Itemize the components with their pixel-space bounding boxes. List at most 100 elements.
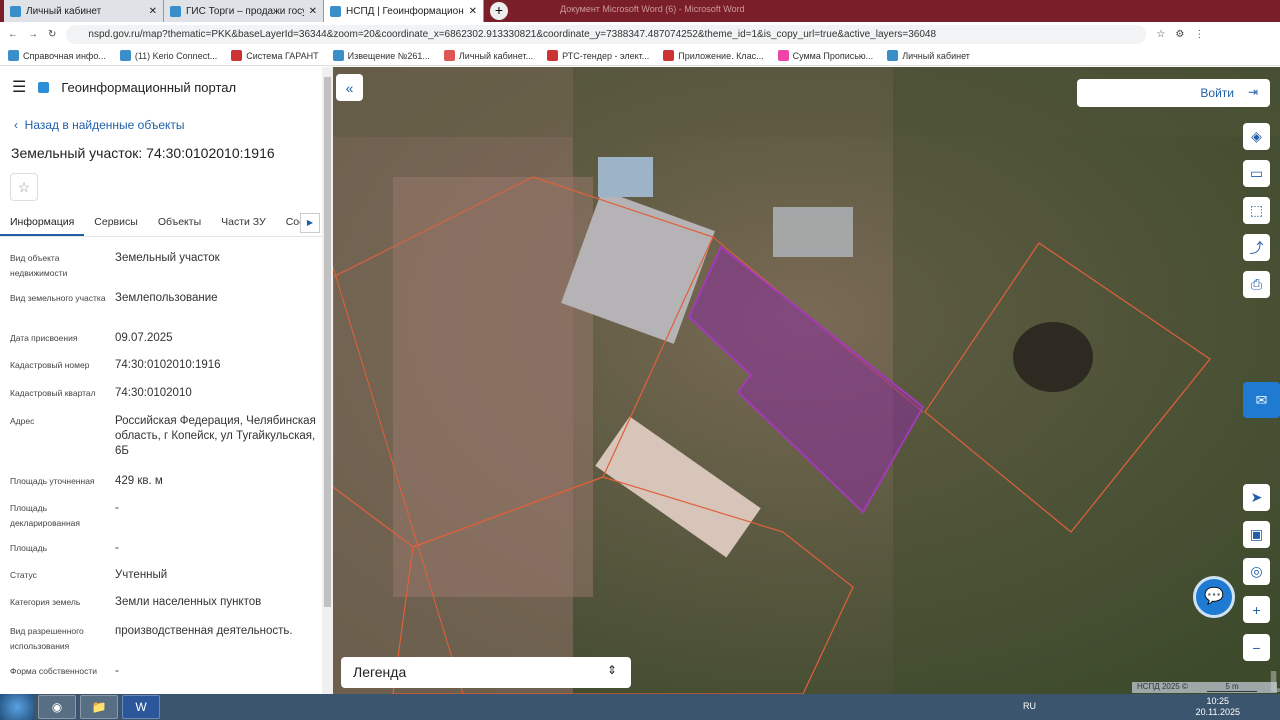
extensions-icon[interactable]: ⚙ [1175,29,1184,40]
window-title: Документ Microsoft Word (6) - Microsoft … [560,4,745,14]
attributes-list: Вид объекта недвижимости Земельный участо… [10,251,320,691]
tab-services[interactable]: Сервисы [84,213,148,236]
bookmark[interactable]: Справочная инфо... [8,50,106,61]
login-button[interactable]: Войти ⇥ [1077,79,1270,107]
attribute-value: 74:30:0102010 [115,387,192,399]
bookmark[interactable]: Система ГАРАНТ [231,50,319,61]
attribute-row: Площадь уточненная 429 кв. м [10,474,320,501]
attribute-label: Форма собственности [10,666,97,676]
bookmark[interactable]: Личный кабинет [887,50,970,61]
map-view[interactable]: циан ID 324229411 [333,67,1280,694]
browser-tab-active[interactable]: НСПД | Геоинформационный п✕ [324,0,484,22]
bookmark[interactable]: Сумма Прописью... [777,50,873,61]
layers-button[interactable]: ◈ [1243,123,1270,150]
bookmark[interactable]: Извещение №261... [332,50,430,61]
close-icon[interactable]: ✕ [469,6,477,17]
language-indicator[interactable]: RU [1023,701,1036,711]
legend-select[interactable]: Легенда ⇕ [341,657,631,688]
print-button[interactable]: ⎙ [1243,271,1270,298]
close-icon[interactable]: ✕ [309,6,317,17]
share-button[interactable]: ⤴ [1243,234,1270,261]
attribute-value: Земли населенных пунктов [115,596,262,608]
url-input[interactable]: nspd.gov.ru/map?thematic=PKK&baseLayerId… [66,24,1147,44]
chat-icon: 💬 [1204,588,1224,605]
attribute-row: Площадь - [10,541,320,568]
tabs-scroll-right-button[interactable]: ▶ [300,213,320,233]
attribute-value: 429 кв. м [115,475,163,487]
location-search-button[interactable]: ◎ [1243,558,1270,585]
attribute-label: Дата присвоения [10,333,78,343]
forward-icon[interactable]: → [28,29,38,40]
attribute-row: Вид разрешенного использования производст… [10,624,320,664]
page-title: Земельный участок: 74:30:0102010:1916 [11,145,275,161]
zoom-out-button[interactable]: − [1243,634,1270,661]
attribute-value: - [115,502,119,514]
collapse-panel-button[interactable]: « [336,74,363,101]
back-icon[interactable]: ← [8,29,18,40]
zoom-in-button[interactable]: + [1243,596,1270,623]
attribute-value: 74:30:0102010:1916 [115,359,221,371]
minus-icon: − [1252,639,1261,656]
attribute-value: Российская Федерация, Челябинская област… [115,415,316,457]
browser-tab[interactable]: ГИС Торги – продажи государств✕ [164,0,324,22]
chrome-taskbar-icon[interactable]: ◉ [38,695,76,719]
bookmark[interactable]: Приложение. Клас... [663,50,764,61]
bookmark[interactable]: Личный кабинет... [443,50,533,61]
clock[interactable]: 10:25 20.11.2025 [1196,696,1240,718]
attribute-value: Учтенный [115,569,168,581]
map-attribution: НСПД 2025 © 5 m [1132,682,1277,693]
attribute-row: Вид объекта недвижимости Земельный участо… [10,251,320,291]
back-link[interactable]: ‹ Назад в найденные объекты [14,118,185,132]
chat-icon: ✉ [1255,391,1268,408]
attribute-row: Форма собственности - [10,664,320,691]
attribute-label: Площадь уточненная [10,476,95,486]
browser-tab[interactable]: Личный кабинет ✕ [4,0,164,22]
menu-icon[interactable]: ⋮ [1194,29,1204,40]
taskbar: ◉ 📁 W RU 10:25 20.11.2025 [0,694,1280,720]
attribute-label: Площадь декларированная [10,503,80,528]
attribute-row: Дата присвоения 09.07.2025 [10,331,320,358]
bookmark[interactable]: РТС-тендер - элект... [547,50,649,61]
panel-scrollbar[interactable] [322,67,333,694]
minimap-icon: ▣ [1249,526,1264,542]
select-area-button[interactable]: ⬚ [1243,197,1270,224]
map-imagery [333,67,1280,694]
favorite-star-button[interactable]: ☆ [10,173,38,201]
explorer-taskbar-icon[interactable]: 📁 [80,695,118,719]
close-icon[interactable]: ✕ [149,6,157,17]
attribute-value: - [115,542,119,554]
attribute-label: Вид объекта недвижимости [10,253,68,278]
info-tabs: Информация Сервисы Объекты Части ЗУ Сост… [0,213,322,237]
layers-icon: ◈ [1251,128,1262,144]
ruler-button[interactable]: ▭ [1243,160,1270,187]
attribute-row: Адрес Российская Федерация, Челябинская о… [10,414,320,474]
attribute-label: Вид разрешенного использования [10,626,84,651]
ruler-icon: ▭ [1249,165,1264,181]
share-icon: ⤴ [1249,239,1264,256]
location-pin-icon: ◎ [1250,563,1263,579]
attribute-label: Статус [10,570,37,580]
new-tab-button[interactable]: + [490,2,508,20]
word-taskbar-icon[interactable]: W [122,695,160,719]
attribute-label: Категория земель [10,597,81,607]
attribute-value: Землепользование [115,292,218,304]
tab-parts[interactable]: Части ЗУ [211,213,276,236]
geolocation-button[interactable]: ➤ [1243,484,1270,511]
attribute-row: Кадастровый номер 74:30:0102010:1916 [10,358,320,386]
attribute-value: - [115,665,119,677]
support-chat-button[interactable]: ✉ [1243,382,1280,418]
bookmark[interactable]: (11) Kerio Connect... [119,50,217,61]
attribute-row: Статус Учтенный [10,568,320,595]
chevron-updown-icon: ⇕ [606,663,617,677]
start-button[interactable] [0,694,34,720]
chat-bubble-button[interactable]: 💬 [1193,576,1235,618]
minimap-button[interactable]: ▣ [1243,521,1270,548]
site-icon [330,5,341,17]
tab-info[interactable]: Информация [0,213,85,236]
site-icon [10,5,21,17]
reload-icon[interactable]: ↻ [48,29,56,40]
hamburger-menu-icon[interactable]: ☰ [12,77,26,97]
tab-objects[interactable]: Объекты [148,213,211,236]
attribute-label: Адрес [10,416,35,426]
star-icon[interactable]: ☆ [1156,29,1165,40]
